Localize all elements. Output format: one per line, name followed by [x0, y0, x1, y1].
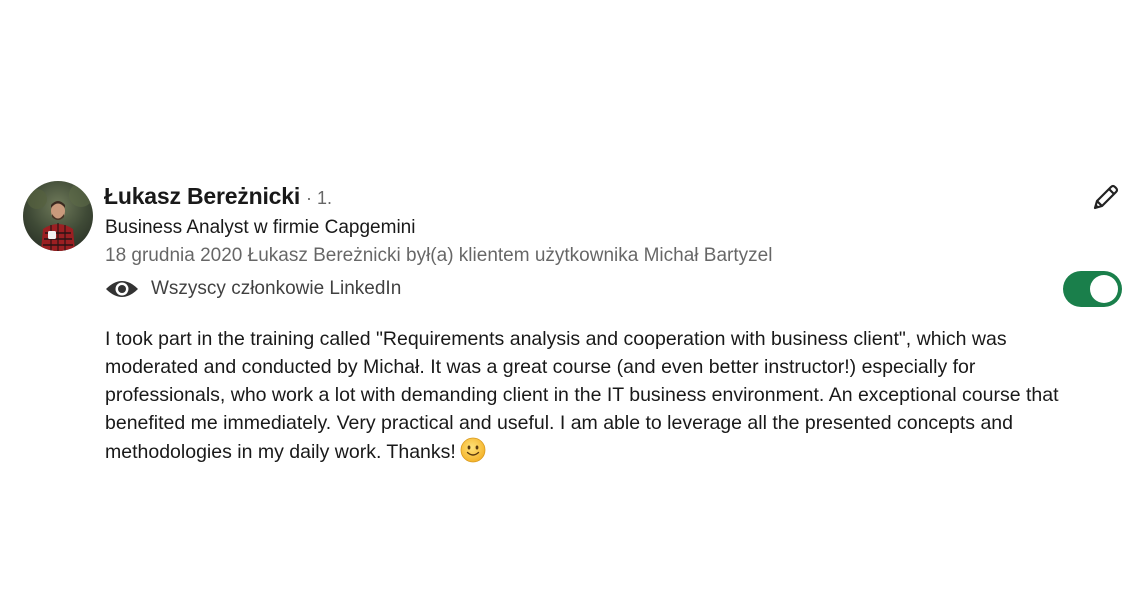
recommendation-text-line: moderated and conducted by Michał. It wa… [105, 356, 976, 378]
recommendation-text: I took part in the training called "Requ… [105, 325, 1130, 466]
recommendation-text-last-words: methodologies in my daily work. Thanks! [105, 441, 456, 463]
avatar-photo [23, 181, 93, 251]
author-headline: Business Analyst w firmie Capgemini [105, 217, 416, 238]
edit-button[interactable] [1087, 180, 1123, 216]
recommendation-text-line: I took part in the training called "Requ… [105, 328, 1007, 350]
recommendation-text-line: professionals, who work a lot with deman… [105, 384, 1059, 406]
visibility-label: Wszyscy członkowie LinkedIn [151, 278, 402, 299]
visibility-setting: Wszyscy członkowie LinkedIn [105, 276, 401, 302]
recommendation-meta: 18 grudnia 2020 Łukasz Bereżnicki był(a)… [105, 245, 773, 266]
pencil-icon [1093, 184, 1119, 210]
visibility-toggle[interactable] [1063, 271, 1122, 307]
recommendation-card: Łukasz Bereżnicki · 1. Business Analyst … [0, 0, 1137, 600]
eye-icon [105, 277, 139, 301]
recommendation-text-line-last: methodologies in my daily work. Thanks! [105, 437, 1130, 466]
connection-degree: · 1. [306, 188, 333, 208]
author-row: Łukasz Bereżnicki · 1. [104, 183, 332, 213]
toggle-knob [1090, 275, 1118, 303]
slightly-smiling-face-icon [460, 437, 486, 463]
recommendation-text-line: benefited me immediately. Very practical… [105, 412, 1013, 434]
avatar[interactable] [23, 181, 93, 251]
author-name[interactable]: Łukasz Bereżnicki [104, 183, 300, 210]
